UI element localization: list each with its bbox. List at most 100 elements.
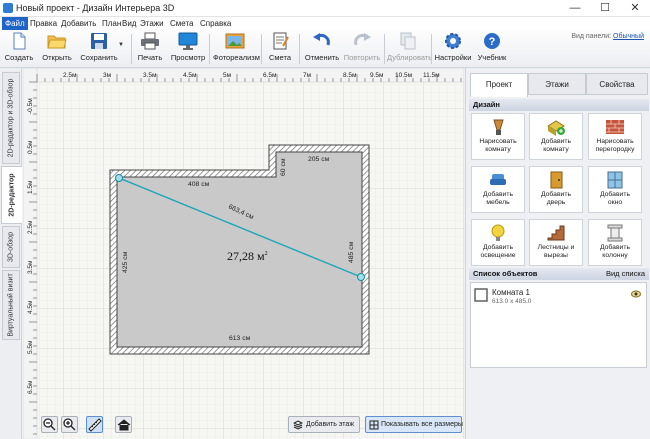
floppy-disk-icon	[89, 32, 109, 50]
draw-room-button[interactable]: Нарисовать комнату	[471, 113, 525, 160]
undo-button[interactable]: Отменить	[303, 32, 341, 66]
open-button[interactable]: Открыть	[39, 32, 75, 66]
light-bulb-icon	[488, 224, 508, 242]
right-panel: Проект Этажи Свойства Дизайн Нарисовать к…	[465, 68, 650, 439]
layers-icon	[293, 420, 303, 430]
measure-end-handle[interactable]	[357, 273, 365, 281]
tab-properties[interactable]: Свойства	[586, 73, 648, 95]
ruler-icon	[88, 418, 102, 432]
dim-notch: 60 см	[280, 158, 287, 176]
zoom-in-button[interactable]	[61, 416, 78, 433]
list-view-link[interactable]: Вид списка	[606, 268, 645, 280]
ruler-left-label: 2.5м	[27, 220, 34, 234]
menu-edit[interactable]: Правка	[27, 17, 60, 30]
objects-section-header: Список объектов Вид списка	[469, 268, 649, 280]
ruler-top-label: 3м	[103, 72, 112, 79]
add-lighting-button[interactable]: Добавить освещение	[471, 219, 525, 266]
title-bar: Новый проект - Дизайн Интерьера 3D — ☐ ✕	[0, 0, 650, 17]
app-icon	[3, 3, 13, 13]
ruler-tool-button[interactable]	[86, 416, 103, 433]
ruler-top-label: 10.5м	[395, 72, 413, 79]
estimate-button[interactable]: Смета	[265, 32, 295, 66]
room-item-icon	[474, 288, 488, 302]
save-button[interactable]: Сохранить	[78, 32, 120, 66]
folder-open-icon	[47, 32, 67, 50]
object-name: Комната 1	[492, 288, 530, 297]
ruler-left-label: 4.5м	[27, 300, 34, 314]
add-floor-button[interactable]: Добавить этаж	[288, 416, 360, 433]
tab-2d-and-3d[interactable]: 2D-редактор и 3D-обзор	[2, 72, 20, 164]
stairs-cutouts-button[interactable]: Лестницы и вырезы	[529, 219, 583, 266]
zoom-out-button[interactable]	[41, 416, 58, 433]
maximize-button[interactable]: ☐	[590, 0, 620, 17]
plan-canvas[interactable]: 2.5м 3м 3.5м 4.5м 5м 6.5м 7м 8.5м 9.5м 1…	[23, 68, 464, 439]
ruler-left-label: 3.5м	[27, 260, 34, 274]
window-icon	[605, 171, 625, 189]
menu-bar: Файл Правка Добавить План Вид Этажи Смет…	[0, 17, 650, 30]
armchair-icon	[488, 171, 508, 189]
show-all-sizes-button[interactable]: Показывать все размеры	[365, 416, 463, 433]
draw-partition-button[interactable]: Нарисовать перегородку	[588, 113, 642, 160]
tutorial-button[interactable]: ? Учебник	[474, 32, 510, 66]
window-title: Новый проект - Дизайн Интерьера 3D	[16, 3, 175, 13]
add-column-button[interactable]: Добавить колонну	[588, 219, 642, 266]
ruler-top-label: 8.5м	[343, 72, 357, 79]
tab-3d-view[interactable]: 3D-обзор	[2, 226, 20, 268]
notepad-icon	[270, 32, 290, 50]
minimize-button[interactable]: —	[560, 0, 590, 17]
ruler-top-label: 5м	[223, 72, 232, 79]
menu-estimate[interactable]: Смета	[167, 17, 196, 30]
menu-file[interactable]: Файл	[2, 17, 28, 30]
column-icon	[605, 224, 625, 242]
panel-mode-link[interactable]: Обычный	[613, 33, 644, 40]
duplicate-button[interactable]: Дублировать	[387, 32, 432, 66]
dim-right: 485 см	[348, 241, 355, 263]
menu-floors[interactable]: Этажи	[137, 17, 167, 30]
tab-2d-editor[interactable]: 2D-редактор	[1, 166, 22, 224]
ruler-left-label: 6.5м	[27, 380, 34, 394]
ruler-left-label: 0.5м	[27, 140, 34, 154]
tab-project[interactable]: Проект	[470, 73, 528, 97]
settings-button[interactable]: Настройки	[434, 32, 472, 66]
zoom-out-icon	[43, 418, 56, 431]
design-section-header: Дизайн	[469, 99, 649, 111]
ruler-left-label: 5.5м	[27, 340, 34, 354]
ruler-top-label: 2.5м	[63, 72, 77, 79]
toolbar-separator	[384, 34, 385, 64]
list-item[interactable]: Комната 1 613.0 x 485.0	[474, 287, 643, 309]
add-room-icon	[546, 118, 566, 136]
home-view-button[interactable]	[115, 416, 132, 433]
objects-header-label: Список объектов	[473, 269, 538, 278]
svg-text:?: ?	[489, 36, 496, 48]
object-size: 613.0 x 485.0	[492, 298, 532, 305]
room-area-unit-sup: 2	[265, 251, 268, 257]
tab-virtual-visit[interactable]: Виртуальный визит	[2, 270, 20, 340]
add-furniture-button[interactable]: Добавить мебель	[471, 166, 525, 213]
photo-icon	[225, 32, 245, 50]
save-dropdown-icon[interactable]: ▼	[118, 42, 124, 48]
room-area-value: 27,28 м	[227, 249, 265, 263]
menu-add[interactable]: Добавить	[58, 17, 99, 30]
close-button[interactable]: ✕	[620, 0, 650, 17]
visibility-eye-icon[interactable]	[631, 290, 641, 298]
room-area: 27,28 м2	[227, 249, 268, 263]
redo-button[interactable]: Повторить	[342, 32, 382, 66]
toolbar-separator	[261, 34, 262, 64]
new-button[interactable]: Создать	[3, 32, 35, 66]
toolbar-separator	[299, 34, 300, 64]
add-door-button[interactable]: Добавить дверь	[529, 166, 583, 213]
grid-dimensions-icon	[369, 420, 379, 430]
zoom-in-icon	[63, 418, 76, 431]
tab-floors[interactable]: Этажи	[528, 73, 586, 95]
menu-help[interactable]: Справка	[197, 17, 234, 30]
print-button[interactable]: Печать	[135, 32, 165, 66]
measure-start-handle[interactable]	[115, 174, 123, 182]
photorealism-button[interactable]: Фотореализм	[213, 32, 260, 66]
add-room-button[interactable]: Добавить комнату	[529, 113, 583, 160]
show-all-sizes-label: Показывать все размеры	[381, 421, 463, 428]
add-window-button[interactable]: Добавить окно	[588, 166, 642, 213]
preview-button[interactable]: Просмотр	[170, 32, 206, 66]
ruler-left-label: 1.5м	[27, 180, 34, 194]
panel-mode-label: Вид панели:	[571, 33, 612, 40]
brick-wall-icon	[605, 118, 625, 136]
